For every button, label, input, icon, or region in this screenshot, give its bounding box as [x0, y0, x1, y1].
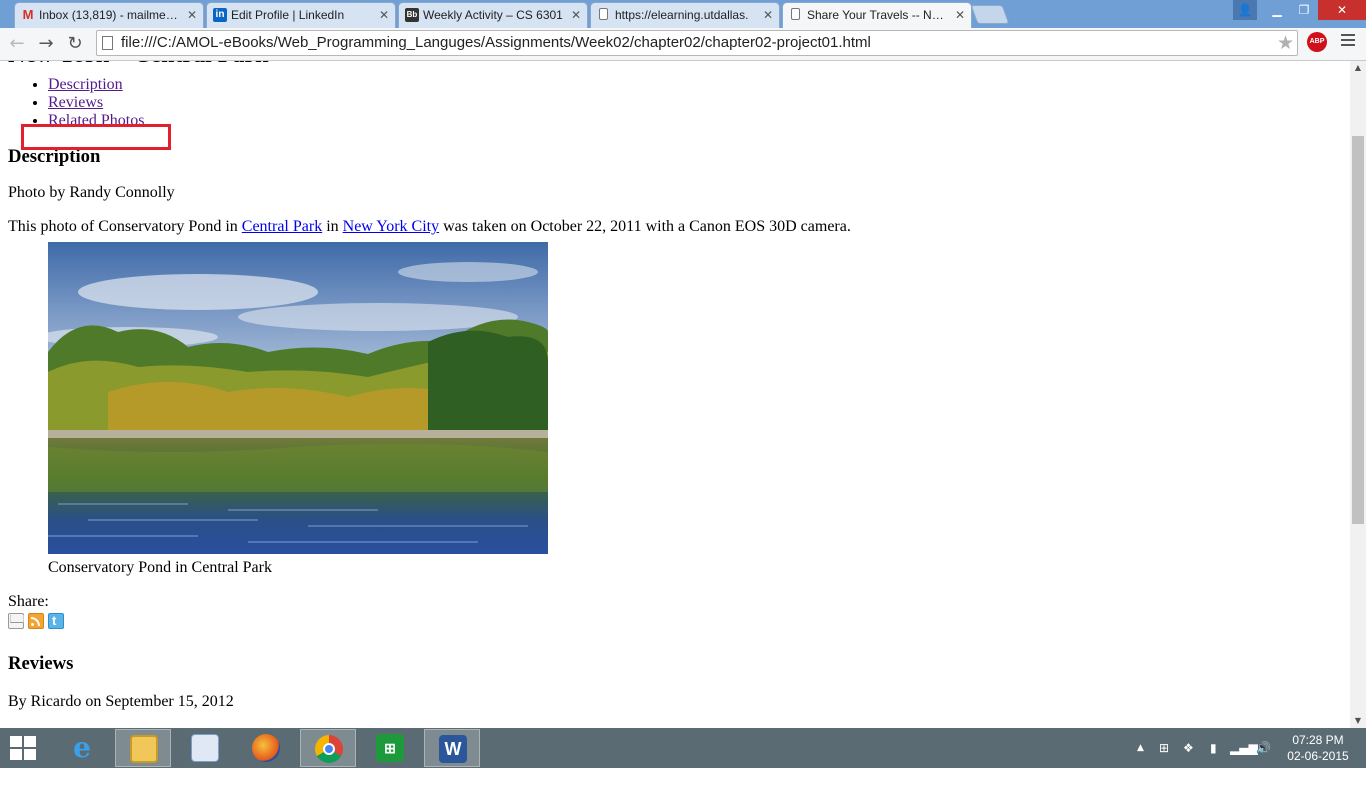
browser-toolbar: ← → ↻ file:///C:/AMOL-eBooks/Web_Program… — [0, 28, 1366, 61]
photo-figure: Conservatory Pond in Central Park — [48, 242, 851, 577]
photo-caption: Conservatory Pond in Central Park — [48, 559, 272, 576]
taskbar-firefox[interactable] — [238, 729, 294, 767]
dropbox-icon[interactable]: ❖ — [1183, 728, 1194, 768]
forward-button[interactable]: → — [34, 32, 58, 56]
tab-share-your-travels[interactable]: Share Your Travels -- New ✕ — [782, 2, 972, 28]
address-bar[interactable]: file:///C:/AMOL-eBooks/Web_Programming_L… — [96, 30, 1298, 56]
nav-link-reviews[interactable]: Reviews — [48, 94, 103, 111]
url-text[interactable]: file:///C:/AMOL-eBooks/Web_Programming_L… — [121, 31, 871, 55]
page-content: New York – Central Park Description Revi… — [8, 61, 851, 711]
page-viewport: New York – Central Park Description Revi… — [0, 61, 1350, 728]
taskbar-chrome[interactable] — [300, 729, 356, 767]
start-button[interactable] — [10, 736, 38, 762]
minimize-button[interactable]: ▁ — [1264, 0, 1290, 20]
tab-strip: M Inbox (13,819) - mailmean ✕ in Edit Pr… — [0, 0, 1366, 28]
close-window-button[interactable]: ✕ — [1318, 0, 1366, 20]
internet-explorer-icon: e — [73, 731, 91, 764]
tab-linkedin[interactable]: in Edit Profile | LinkedIn ✕ — [206, 2, 396, 28]
section-nav: Description Reviews Related Photos — [8, 75, 851, 129]
scrollbar-thumb[interactable] — [1352, 136, 1364, 524]
restore-button[interactable]: ❐ — [1291, 0, 1317, 20]
share-label: Share: — [8, 593, 49, 610]
close-icon[interactable]: ✕ — [955, 3, 965, 27]
menu-icon[interactable] — [1341, 34, 1355, 49]
central-park-link[interactable]: Central Park — [242, 218, 322, 235]
scroll-down-arrow-icon[interactable]: ▼ — [1350, 714, 1366, 728]
nav-item: Description — [48, 75, 851, 93]
control-panel-icon — [191, 734, 219, 762]
new-york-city-link[interactable]: New York City — [343, 218, 439, 235]
linkedin-icon: in — [213, 8, 227, 22]
taskbar-file-explorer[interactable] — [115, 729, 171, 767]
firefox-icon — [252, 734, 280, 762]
reviews-heading: Reviews — [8, 653, 74, 674]
rss-share-icon[interactable] — [28, 613, 44, 629]
new-tab-button[interactable] — [970, 5, 1010, 24]
page-icon — [599, 8, 608, 20]
clock-date: 02-06-2015 — [1287, 749, 1349, 763]
conservatory-pond-photo — [48, 242, 548, 554]
review-byline: By Ricardo on September 15, 2012 — [8, 693, 234, 710]
profile-icon[interactable]: 👤 — [1233, 0, 1257, 20]
gmail-icon: M — [22, 7, 34, 22]
blackboard-icon: Bb — [405, 8, 419, 22]
twitter-share-icon[interactable] — [48, 611, 64, 630]
close-icon[interactable]: ✕ — [571, 3, 581, 27]
page-heading: New York – Central Park — [8, 61, 851, 69]
tab-gmail[interactable]: M Inbox (13,819) - mailmean ✕ — [14, 2, 204, 28]
back-button[interactable]: ← — [5, 32, 29, 56]
highlight-annotation — [21, 124, 171, 150]
nav-item: Reviews — [48, 93, 851, 111]
email-share-icon[interactable] — [8, 613, 24, 629]
folder-icon — [130, 735, 158, 763]
nav-link-description[interactable]: Description — [48, 76, 123, 93]
scroll-up-arrow-icon[interactable]: ▲ — [1350, 61, 1366, 75]
action-center-icon[interactable]: ⊞ — [1159, 728, 1169, 768]
battery-icon[interactable]: ▮ — [1210, 728, 1217, 768]
share-icons — [8, 611, 851, 630]
page-icon — [102, 36, 113, 50]
chrome-icon — [315, 735, 343, 763]
system-clock[interactable]: 07:28 PM 02-06-2015 — [1282, 732, 1354, 764]
adblock-plus-icon[interactable]: ABP — [1307, 32, 1327, 52]
close-icon[interactable]: ✕ — [187, 3, 197, 27]
network-icon[interactable]: ▂▄▆ — [1230, 728, 1258, 768]
taskbar-control-panel[interactable] — [177, 729, 233, 767]
page-icon — [791, 8, 800, 20]
volume-icon[interactable]: 🔊 — [1256, 728, 1271, 768]
vertical-scrollbar[interactable]: ▲ ▼ — [1350, 61, 1366, 728]
photo-credit: Photo by Randy Connolly — [8, 184, 175, 201]
tab-elearning[interactable]: https://elearning.utdallas. ✕ — [590, 2, 780, 28]
store-icon: ⊞ — [376, 734, 404, 762]
photo-description: This photo of Conservatory Pond in Centr… — [8, 218, 851, 235]
taskbar-store[interactable]: ⊞ — [362, 729, 418, 767]
close-icon[interactable]: ✕ — [763, 3, 773, 27]
close-icon[interactable]: ✕ — [379, 3, 389, 27]
show-hidden-icons-icon[interactable]: ▲ — [1137, 728, 1144, 768]
bookmark-star-icon[interactable]: ★ — [1277, 31, 1294, 55]
word-icon: W — [439, 735, 467, 763]
taskbar-internet-explorer[interactable]: e — [54, 729, 110, 767]
clock-time: 07:28 PM — [1292, 733, 1344, 747]
screen-bottom-area — [0, 768, 1366, 792]
reload-button[interactable]: ↻ — [63, 32, 87, 56]
taskbar-word[interactable]: W — [424, 729, 480, 767]
windows-taskbar: e ⊞ W ▲ ⊞ ❖ ▮ ▂▄▆ 🔊 07:28 PM 02-06-2015 — [0, 728, 1366, 768]
tab-weekly-activity[interactable]: Bb Weekly Activity – CS 6301 ✕ — [398, 2, 588, 28]
